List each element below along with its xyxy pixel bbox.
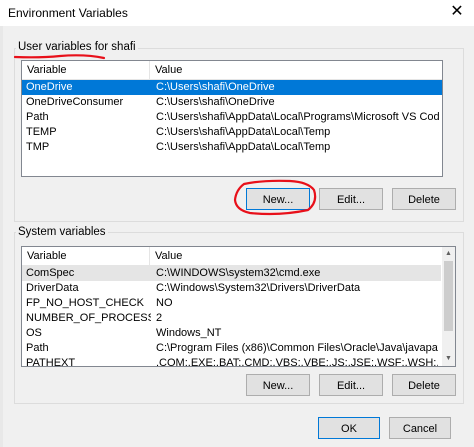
cancel-button[interactable]: Cancel [389,417,451,439]
user-variables-list[interactable]: Variable Value OneDrive C:\Users\shafi\O… [21,60,443,177]
row-value: C:\WINDOWS\system32\cmd.exe [156,267,321,279]
user-row-tmp[interactable]: TMP C:\Users\shafi\AppData\Local\Temp [22,140,442,155]
user-row-onedriveconsumer[interactable]: OneDriveConsumer C:\Users\shafi\OneDrive [22,95,442,110]
row-variable: TMP [26,141,50,153]
window-title: Environment Variables [8,6,128,20]
system-variables-label: System variables [16,226,108,238]
row-value: C:\Users\shafi\OneDrive [156,96,275,108]
environment-variables-dialog: Environment Variables ✕ User variables f… [0,0,474,447]
row-variable: OneDriveConsumer [26,96,124,108]
row-value: C:\Windows\System32\Drivers\DriverData [156,282,361,294]
row-variable: PATHEXT [26,357,76,367]
system-column-value[interactable]: Value [150,247,440,265]
user-list-header: Variable Value [22,61,442,80]
row-variable: Path [26,111,49,123]
system-row-path[interactable]: Path C:\Program Files (x86)\Common Files… [22,341,441,356]
system-row-os[interactable]: OS Windows_NT [22,326,441,341]
system-column-variable[interactable]: Variable [22,247,149,265]
user-variables-label: User variables for shafi [16,41,138,53]
scroll-thumb[interactable] [444,261,453,331]
system-row-fp-no-host-check[interactable]: FP_NO_HOST_CHECK NO [22,296,441,311]
system-row-driverdata[interactable]: DriverData C:\Windows\System32\Drivers\D… [22,281,441,296]
row-value: C:\Users\shafi\AppData\Local\Temp [156,141,331,153]
row-value: 2 [156,312,163,324]
user-column-value[interactable]: Value [150,61,440,79]
scroll-up-icon[interactable]: ▲ [442,247,455,260]
row-value: Windows_NT [156,327,222,339]
system-edit-button[interactable]: Edit... [319,374,383,396]
row-variable: FP_NO_HOST_CHECK [26,297,144,309]
row-variable: Path [26,342,49,354]
title-bar: Environment Variables ✕ [0,0,474,26]
row-value: C:\Users\shafi\OneDrive [156,81,275,93]
user-row-temp[interactable]: TEMP C:\Users\shafi\AppData\Local\Temp [22,125,442,140]
system-new-button[interactable]: New... [246,374,310,396]
user-row-onedrive[interactable]: OneDrive C:\Users\shafi\OneDrive [22,80,442,95]
row-variable: OneDrive [26,81,73,93]
user-edit-button[interactable]: Edit... [319,188,383,210]
row-variable: OS [26,327,42,339]
user-new-button[interactable]: New... [246,188,310,210]
ok-button[interactable]: OK [318,417,380,439]
scroll-down-icon[interactable]: ▼ [442,352,455,365]
row-variable: DriverData [26,282,79,294]
system-delete-button[interactable]: Delete [392,374,456,396]
system-row-number-of-processors[interactable]: NUMBER_OF_PROCESSORS 2 [22,311,441,326]
user-row-path[interactable]: Path C:\Users\shafi\AppData\Local\Progra… [22,110,442,125]
system-list-header: Variable Value [22,247,441,266]
row-value: .COM;.EXE;.BAT;.CMD;.VBS;.VBE;.JS;.JSE;.… [156,357,438,367]
user-column-variable[interactable]: Variable [22,61,149,79]
row-value: C:\Program Files (x86)\Common Files\Orac… [156,342,438,354]
row-variable: ComSpec [26,267,75,279]
system-variables-list[interactable]: Variable Value ComSpec C:\WINDOWS\system… [21,246,456,367]
row-value: C:\Users\shafi\AppData\Local\Temp [156,126,331,138]
user-delete-button[interactable]: Delete [392,188,456,210]
close-icon[interactable]: ✕ [446,2,468,22]
row-value: NO [156,297,173,309]
row-variable: NUMBER_OF_PROCESSORS [26,312,151,324]
system-row-pathext[interactable]: PATHEXT .COM;.EXE;.BAT;.CMD;.VBS;.VBE;.J… [22,356,441,367]
row-value: C:\Users\shafi\AppData\Local\Programs\Mi… [156,111,440,123]
row-variable: TEMP [26,126,57,138]
system-list-scrollbar[interactable]: ▲ ▼ [442,247,455,366]
system-row-comspec[interactable]: ComSpec C:\WINDOWS\system32\cmd.exe [22,266,441,281]
left-edge [0,0,3,447]
